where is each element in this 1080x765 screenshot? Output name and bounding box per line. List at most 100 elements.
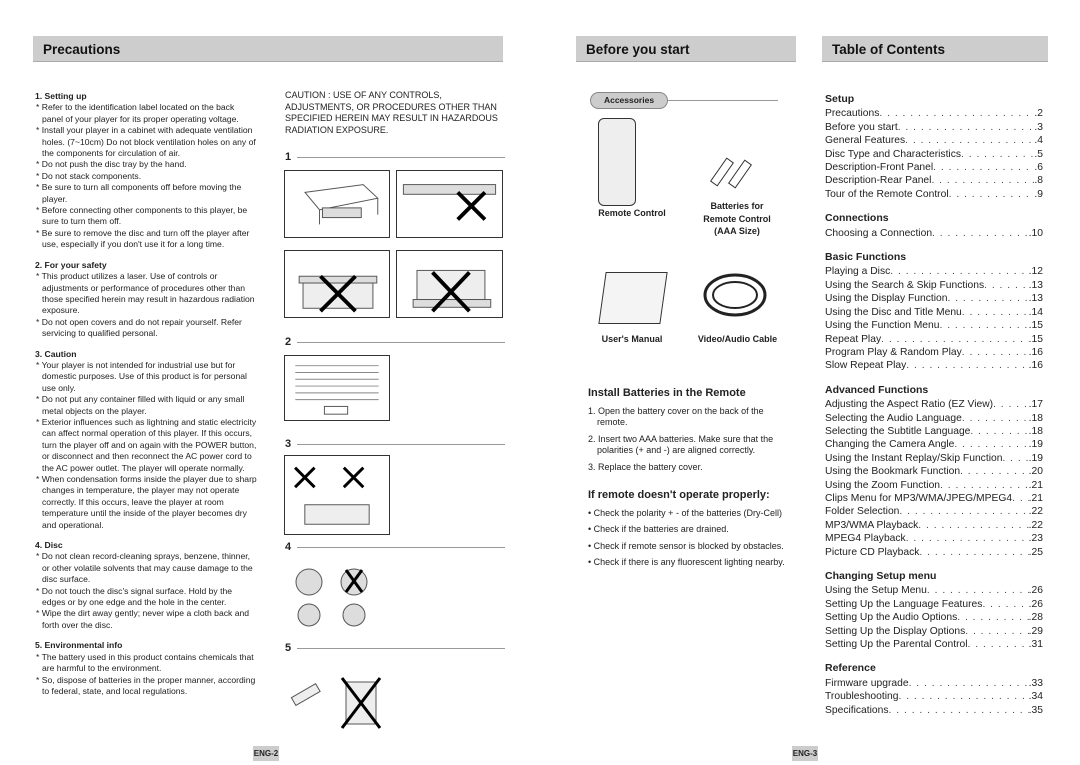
precaution-item: * Do not touch the disc's signal surface… [36,585,233,608]
precaution-text: This product utilizes a laser. Use of co… [41,271,255,316]
toc-entry-title: Specifications [825,704,889,716]
toc-entry[interactable]: MP3/WMA Playback .22 [825,519,1043,532]
toc-leader-dots [927,584,1029,597]
toc-entry-title: Using the Search & Skip Functions [825,279,985,291]
precaution-section-title: 5. Environmental info [35,640,123,651]
figure-4-label: 4 [285,541,505,553]
toc-entry-title: Program Play & Random Play [825,346,962,358]
precaution-text: Before connecting other components to th… [41,205,248,227]
toc-leader-dots [993,398,1029,411]
toc-entry[interactable]: Before you start .3 [825,121,1043,134]
precautions-column: 1. Setting up * Refer to the identificati… [35,91,257,697]
precaution-item: * Do not push the disc tray by the hand. [36,159,187,170]
toc-leader-dots [962,346,1029,359]
page-number-left: ENG-2 [253,746,279,761]
precaution-section-title: 4. Disc [35,540,63,551]
toc-entry[interactable]: Disc Type and Characteristics .5 [825,148,1043,161]
toc-entry[interactable]: Tour of the Remote Control .9 [825,188,1043,201]
toc-leader-dots [918,519,1028,532]
install-step: 2. Insert two AAA batteries. Make sure t… [588,433,774,456]
toc-entry-title: MP3/WMA Playback [825,519,919,531]
toc-entry-title: MPEG4 Playback [825,533,906,545]
batteries-label: Batteries for Remote Control (AAA Size) [692,200,782,238]
toc-entry-title: Slow Repeat Play [825,360,907,372]
toc-entry[interactable]: Clips Menu for MP3/WMA/JPEG/MPEG4 .21 [825,492,1043,505]
precaution-text: Do not touch the disc's signal surface. … [41,585,233,608]
toc-page-number: .29 [1028,625,1043,637]
disc-handling-illustration [284,560,390,630]
accessories-label: Accessories [590,92,668,109]
no-stacking-illustration-2 [396,250,503,318]
toc-page-number: .26 [1028,598,1043,610]
label-line: Remote Control [703,213,771,224]
toc-page-number: .2 [1034,108,1043,120]
toc-entry[interactable]: Troubleshooting .34 [825,690,1043,703]
toc-leader-dots [899,505,1028,518]
before-you-start-header: Before you start [576,36,796,62]
figure-number: 1 [285,151,292,163]
toc-entry-title: Before you start [825,121,898,133]
toc-leader-dots [1012,492,1029,505]
toc-entry[interactable]: Program Play & Random Play .16 [825,346,1043,359]
toc-entry[interactable]: Changing the Camera Angle .19 [825,438,1043,451]
toc-page-number: .12 [1028,266,1043,278]
toc-entry[interactable]: Specifications .35 [825,704,1043,717]
precaution-text: So, dispose of batteries in the proper m… [41,674,256,696]
toc-entry[interactable]: Using the Function Menu .15 [825,319,1043,332]
page-number-right: ENG-3 [792,746,818,761]
toc-group-title: Reference [825,662,876,675]
toc-entry[interactable]: Choosing a Connection .10 [825,227,1043,240]
toc-entry[interactable]: Using the Instant Replay/Skip Function .1… [825,452,1043,465]
toc-entry[interactable]: Using the Display Function .13 [825,292,1043,305]
cable-label: Video/Audio Cable [697,334,778,344]
toc-group-title: Basic Functions [825,251,907,264]
toc-entry[interactable]: Description-Rear Panel .8 [825,174,1043,187]
toc-entry[interactable]: Setting Up the Audio Options .28 [825,611,1043,624]
toc-leader-dots [898,121,1035,134]
toc-entry[interactable]: Setting Up the Parental Control .31 [825,638,1043,651]
toc-leader-dots [960,465,1029,478]
toc-entry[interactable]: Adjusting the Aspect Ratio (EZ View) .17 [825,398,1043,411]
install-step: 3. Replace the battery cover. [588,461,703,472]
toc-entry[interactable]: Setting Up the Language Features .26 [825,598,1043,611]
toc-entry[interactable]: Selecting the Subtitle Language .18 [825,425,1043,438]
figure-number: 5 [285,642,292,654]
toc-group-title: Advanced Functions [825,383,929,396]
toc-page-number: .15 [1028,333,1043,345]
toc-entry[interactable]: Description-Front Panel .6 [825,161,1043,174]
toc-entry[interactable]: Slow Repeat Play .16 [825,359,1043,372]
toc-entry-title: Firmware upgrade [825,677,909,689]
toc-entry[interactable]: Using the Search & Skip Functions .13 [825,279,1043,292]
precaution-text: Do not stack components. [41,170,142,181]
toc-page-number: .34 [1028,691,1043,703]
toc-entry[interactable]: MPEG4 Playback .23 [825,532,1043,545]
toc-entry[interactable]: Setting Up the Display Options .29 [825,625,1043,638]
toc-leader-dots [906,359,1028,372]
precaution-text: Wipe the dirt away gently; never wipe a … [41,608,250,630]
toc-entry[interactable]: Using the Setup Menu .26 [825,584,1043,597]
toc-entry[interactable]: General Features .4 [825,134,1043,147]
toc-entry[interactable]: Repeat Play .15 [825,333,1043,346]
toc-entry[interactable]: Using the Bookmark Function .20 [825,465,1043,478]
toc-entry[interactable]: Using the Disc and Title Menu .14 [825,306,1043,319]
toc-entry[interactable]: Folder Selection .22 [825,505,1043,518]
toc-entry-title: Using the Display Function [825,293,948,305]
toc-entry[interactable]: Selecting the Audio Language .18 [825,412,1043,425]
toc-page-number: .31 [1028,639,1043,651]
toc-leader-dots [957,611,1028,624]
toc-entry[interactable]: Playing a Disc .12 [825,265,1043,278]
toc-group-title: Changing Setup menu [825,570,937,582]
toc-page-number: .14 [1028,306,1043,318]
toc-page-number: .20 [1028,466,1043,478]
toc-page-number: .19 [1028,439,1043,451]
precaution-section-title: 1. Setting up [35,91,87,101]
precaution-text: Be sure to remove the disc and turn off … [41,227,250,250]
toc-entry[interactable]: Firmware upgrade .33 [825,677,1043,690]
label-line: Batteries for [710,201,764,211]
precaution-item: * Do not open covers and do not repair y… [36,316,242,339]
toc-entry[interactable]: Picture CD Playback .25 [825,546,1043,559]
toc-page-number: .15 [1028,320,1043,332]
toc-entry[interactable]: Precautions .2 [825,107,1043,120]
toc-entry[interactable]: Using the Zoom Function .21 [825,479,1043,492]
precaution-item: * Exterior influences such as lightning … [36,416,257,473]
